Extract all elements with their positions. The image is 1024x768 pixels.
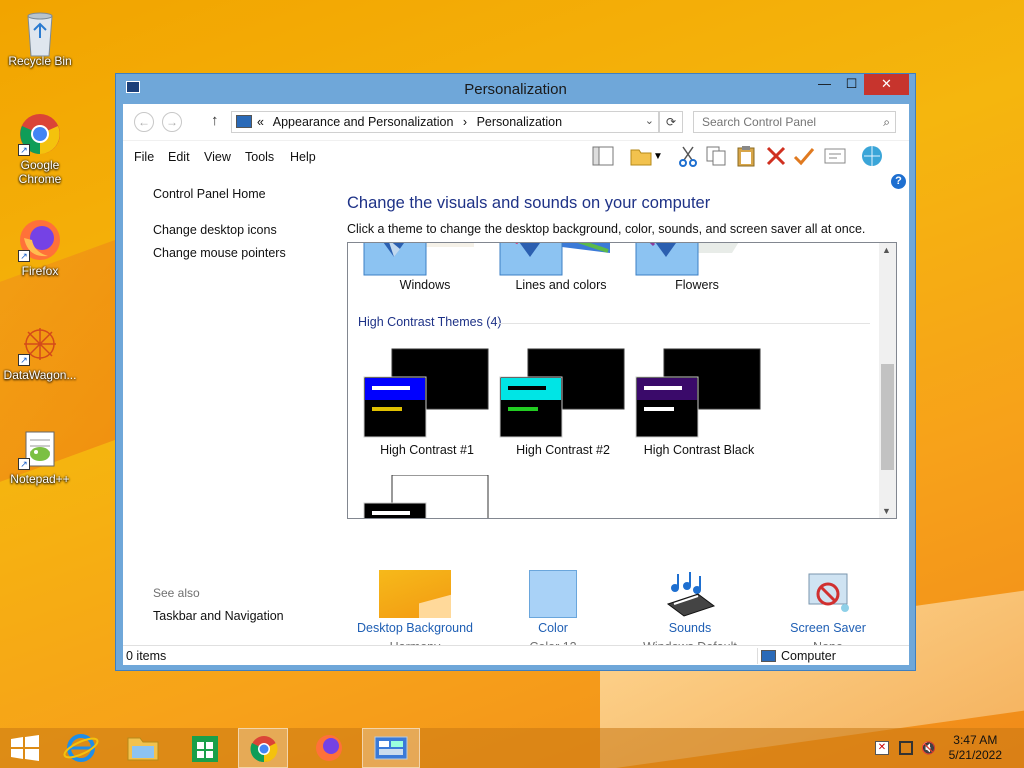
sounds-setting[interactable]: Sounds Windows Default [620,570,760,654]
theme-flowers[interactable]: Flowers [634,243,764,321]
theme-high-contrast-white[interactable] [362,474,492,518]
chrome-icon: ↗ [18,112,62,156]
see-also-heading: See also [153,586,200,600]
theme-list-scrollbar[interactable]: ▲ ▼ [879,243,896,518]
delete-icon[interactable] [764,144,788,168]
desktop-icon-datawagon[interactable]: ↗ DataWagon... [2,322,78,382]
check-icon[interactable] [792,144,816,168]
theme-list[interactable]: Windows Lines and colors Flowers High Co… [347,242,897,519]
paste-icon[interactable] [734,144,758,168]
start-button[interactable] [0,728,50,768]
theme-windows[interactable]: Windows [362,243,492,321]
desktop-icon-notepadpp[interactable]: ↗ Notepad++ [2,426,78,486]
clock[interactable]: 3:47 AM 5/21/2022 [949,733,1002,763]
taskbar: ✕ 🔇 3:47 AM 5/21/2022 [0,728,1024,768]
file-explorer-icon[interactable] [118,728,168,768]
store-icon[interactable] [180,728,230,768]
up-button[interactable]: ↑ [211,112,219,129]
change-mouse-pointers-link[interactable]: Change mouse pointers [153,246,286,260]
breadcrumb: « Appearance and Personalization › Perso… [257,115,563,129]
menu-edit[interactable]: Edit [168,150,190,164]
action-center-icon[interactable]: ✕ [875,741,889,755]
desktop-background-setting[interactable]: Desktop Background Harmony [345,570,485,654]
desktop-icon-recycle-bin[interactable]: Recycle Bin [2,8,78,68]
item-count: 0 items [126,649,167,663]
page-subtitle: Click a theme to change the desktop back… [347,222,866,236]
title-bar[interactable]: Personalization — ☐ ✕ [116,74,915,104]
menu-file[interactable]: File [134,150,154,164]
scroll-up-icon[interactable]: ▲ [882,245,891,255]
firefox-taskbar-icon[interactable] [304,728,354,768]
search-box[interactable]: ⌕ [693,111,896,133]
folder-dropdown-icon[interactable]: ▼ [653,151,665,175]
shortcut-arrow-icon: ↗ [18,250,30,262]
menu-tools[interactable]: Tools [245,150,274,164]
change-desktop-icons-link[interactable]: Change desktop icons [153,223,277,237]
folder-icon[interactable] [629,144,653,168]
navigation-bar: ← → ↑ « Appearance and Personalization ›… [123,104,909,141]
control-panel-icon [236,115,252,128]
taskbar-navigation-link[interactable]: Taskbar and Navigation [153,609,284,623]
status-separator [757,648,758,664]
shortcut-arrow-icon: ↗ [18,354,30,366]
notepadpp-icon: ↗ [18,426,62,470]
menu-help[interactable]: Help [290,150,316,164]
refresh-button[interactable]: ⟳ [659,111,683,133]
cut-icon[interactable] [676,144,700,168]
sounds-icon [664,570,716,618]
datawagon-icon: ↗ [18,322,62,366]
close-button[interactable]: ✕ [864,74,909,95]
window-client: ← → ↑ « Appearance and Personalization ›… [123,104,909,665]
high-contrast-header: High Contrast Themes (4) [358,315,502,329]
globe-icon[interactable] [860,144,884,168]
shortcut-arrow-icon: ↗ [18,458,30,470]
scrollbar-thumb[interactable] [881,364,894,470]
screen-saver-setting[interactable]: Screen Saver None [758,570,898,654]
control-panel-home-link[interactable]: Control Panel Home [153,187,266,201]
forward-button[interactable]: → [162,112,182,132]
copy-icon[interactable] [704,144,728,168]
color-setting[interactable]: Color Color 12 [483,570,623,654]
status-bar: 0 items Computer [123,645,909,665]
page-title: Change the visuals and sounds on your co… [347,194,711,212]
computer-icon [761,650,776,662]
breadcrumb-personalization[interactable]: Personalization [477,115,562,129]
group-divider [498,323,870,324]
desktop-icon-chrome[interactable]: ↗ Google Chrome [2,112,78,186]
theme-high-contrast-1[interactable]: High Contrast #1 [362,347,492,457]
address-bar[interactable]: « Appearance and Personalization › Perso… [231,111,659,133]
help-icon[interactable]: ? [891,174,906,189]
scroll-down-icon[interactable]: ▼ [882,506,891,516]
menu-bar: File Edit View Tools Help ▼ [123,142,909,172]
firefox-icon: ↗ [18,218,62,262]
shortcut-arrow-icon: ↗ [18,144,30,156]
breadcrumb-appearance[interactable]: Appearance and Personalization [273,115,454,129]
chrome-taskbar-icon[interactable] [238,728,288,768]
minimize-button[interactable]: — [811,74,838,95]
address-dropdown-icon[interactable]: ⌄ [645,114,654,127]
personalization-window: Personalization — ☐ ✕ ← → ↑ « Appearance… [115,73,916,671]
desktop-icon-firefox[interactable]: ↗ Firefox [2,218,78,278]
control-panel-taskbar-icon[interactable] [362,728,420,768]
network-icon[interactable] [899,741,913,755]
desktop-background-thumbnail [379,570,451,618]
window-title: Personalization [464,81,567,98]
theme-high-contrast-2[interactable]: High Contrast #2 [498,347,628,457]
search-icon[interactable]: ⌕ [883,115,890,130]
properties-icon[interactable] [823,144,847,168]
search-input[interactable] [702,115,872,129]
menu-view[interactable]: View [204,150,231,164]
layout-icon[interactable] [591,144,615,168]
recycle-bin-icon [18,8,62,57]
screen-saver-icon [803,570,853,618]
maximize-button[interactable]: ☐ [838,74,865,95]
theme-lines-and-colors[interactable]: Lines and colors [498,243,628,321]
internet-explorer-icon[interactable] [56,728,106,768]
back-button[interactable]: ← [134,112,154,132]
theme-high-contrast-black[interactable]: High Contrast Black [634,347,764,457]
color-swatch [529,570,577,618]
status-location: Computer [781,649,836,663]
volume-muted-icon[interactable]: 🔇 [921,741,936,755]
